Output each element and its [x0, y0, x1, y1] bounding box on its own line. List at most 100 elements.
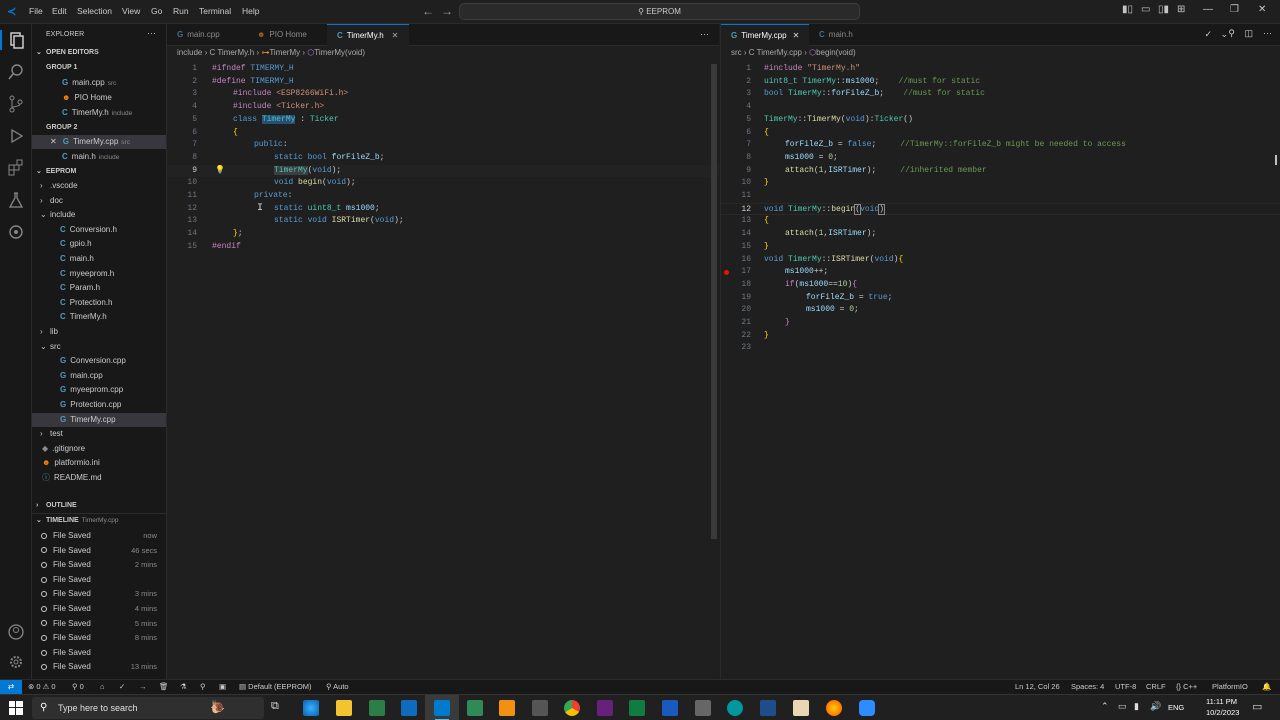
- menu-terminal[interactable]: Terminal: [199, 6, 231, 16]
- breadcrumb-method[interactable]: TimerMy(void): [314, 48, 365, 57]
- tab-main-cpp[interactable]: Gmain.cpp: [167, 24, 247, 46]
- lightbulb-icon[interactable]: 💡: [215, 165, 225, 178]
- file-conversion-cpp[interactable]: G Conversion.cpp: [32, 354, 166, 368]
- file-conversion-h[interactable]: C Conversion.h: [32, 223, 166, 237]
- pio-test-icon[interactable]: ⚗: [180, 682, 187, 691]
- back-arrow-icon[interactable]: ←: [422, 4, 434, 18]
- notifications-bell-icon[interactable]: 🔔: [1262, 682, 1271, 691]
- open-editors-header[interactable]: ⌄ OPEN EDITORS: [32, 46, 166, 60]
- timeline-item[interactable]: File Saved 4 mins: [32, 602, 166, 616]
- chrome-icon[interactable]: [564, 700, 580, 716]
- ports-indicator[interactable]: ⚲ 0: [72, 682, 84, 691]
- close-tab-icon[interactable]: ✕: [392, 31, 399, 40]
- folder-include[interactable]: ⌄ include: [32, 208, 166, 222]
- close-tab-icon[interactable]: ✕: [793, 31, 800, 40]
- menu-run[interactable]: Run: [173, 6, 189, 16]
- testing-flask-icon[interactable]: [6, 190, 26, 210]
- file-explorer-icon[interactable]: [336, 700, 352, 716]
- folder-vscode[interactable]: › .vscode: [32, 179, 166, 193]
- tab-pio-home[interactable]: ☻ PIO Home: [247, 24, 327, 46]
- open-editor-timermy-cpp[interactable]: ✕ G TimerMy.cpp src: [32, 135, 166, 149]
- platformio-icon[interactable]: [6, 222, 26, 242]
- breadcrumb-class[interactable]: TimerMy: [269, 48, 300, 57]
- pin-icon[interactable]: ⚲: [1228, 28, 1235, 39]
- volume-icon[interactable]: 🔊: [1150, 701, 1161, 712]
- windows-start-icon[interactable]: [9, 701, 23, 715]
- excel-icon[interactable]: [629, 700, 645, 716]
- explorer-icon[interactable]: [6, 30, 26, 50]
- file-timermy-cpp[interactable]: G TimerMy.cpp: [32, 412, 166, 427]
- input-language[interactable]: ENG: [1168, 703, 1184, 712]
- encoding[interactable]: UTF-8: [1115, 682, 1136, 691]
- source-control-icon[interactable]: [6, 94, 26, 114]
- close-window-icon[interactable]: ✕: [1258, 4, 1266, 15]
- environment-selector[interactable]: ▤ Default (EEPROM): [239, 682, 312, 691]
- edge-browser-icon[interactable]: [303, 700, 319, 716]
- breadcrumb-file[interactable]: C TimerMy.cpp: [749, 48, 802, 57]
- battery-icon[interactable]: ▮: [1134, 701, 1139, 712]
- stylus-app-icon[interactable]: [695, 700, 711, 716]
- timeline-item[interactable]: File Saved: [32, 573, 166, 587]
- zoom-icon[interactable]: [859, 700, 875, 716]
- manage-gear-icon[interactable]: [6, 652, 26, 672]
- menu-edit[interactable]: Edit: [52, 6, 67, 16]
- folder-test[interactable]: › test: [32, 427, 166, 441]
- timeline-item[interactable]: File Saved now: [32, 529, 166, 543]
- folder-src[interactable]: ⌄ src: [32, 340, 166, 354]
- pio-build-icon[interactable]: ✓: [119, 682, 125, 691]
- back-icon[interactable]: ⌄: [1220, 29, 1228, 40]
- breadcrumb-folder[interactable]: src: [731, 48, 742, 57]
- search-icon[interactable]: [6, 62, 26, 82]
- task-view-icon[interactable]: ⧉: [271, 700, 279, 713]
- arduino-icon[interactable]: [727, 700, 743, 716]
- menu-go[interactable]: Go: [151, 6, 162, 16]
- breadcrumb-folder[interactable]: include: [177, 48, 202, 57]
- joystick-app-icon[interactable]: [532, 700, 548, 716]
- breadcrumb-method[interactable]: begin(void): [816, 48, 856, 57]
- extensions-icon[interactable]: [6, 158, 26, 178]
- tab-timermy-h[interactable]: C TimerMy.h ✕: [327, 24, 409, 46]
- menu-help[interactable]: Help: [242, 6, 259, 16]
- tab-timermy-cpp[interactable]: G TimerMy.cpp ✕: [721, 24, 809, 46]
- word-icon[interactable]: [662, 700, 678, 716]
- command-center-search[interactable]: ⚲ EEPROM: [459, 3, 860, 20]
- timeline-header[interactable]: ⌄ TIMELINE TimerMy.cpp: [32, 514, 166, 528]
- folder-lib[interactable]: › lib: [32, 325, 166, 339]
- line-ending[interactable]: CRLF: [1146, 682, 1166, 691]
- scrollbar[interactable]: [711, 64, 717, 539]
- account-icon[interactable]: [6, 622, 26, 642]
- timeline-item[interactable]: File Saved 3 mins: [32, 587, 166, 601]
- toggle-panel-icon[interactable]: ▭: [1141, 4, 1150, 15]
- split-editor-icon[interactable]: ◫: [1244, 28, 1253, 39]
- toggle-secondary-sidebar-icon[interactable]: ▯▮: [1158, 4, 1169, 15]
- vscode-taskbar-active[interactable]: [425, 695, 459, 720]
- open-editor-main-cpp[interactable]: Gmain.cpp src: [32, 76, 166, 90]
- tab-main-h[interactable]: Cmain.h: [809, 24, 879, 46]
- forward-arrow-icon[interactable]: →: [441, 4, 453, 18]
- menu-file[interactable]: File: [29, 6, 43, 16]
- project-header[interactable]: ⌄ EEPROM: [32, 165, 166, 179]
- file-myeeprom-h[interactable]: Cmyeeprom.h: [32, 267, 166, 281]
- file-main-cpp[interactable]: Gmain.cpp: [32, 369, 166, 383]
- toggle-sidebar-icon[interactable]: ▮▯: [1122, 4, 1133, 15]
- auto-port[interactable]: ⚲ Auto: [326, 682, 349, 691]
- file-gpio-h[interactable]: Cgpio.h: [32, 237, 166, 251]
- file-platformio-ini[interactable]: ☻ platformio.ini: [32, 456, 166, 470]
- pio-serial-monitor-icon[interactable]: ⚲: [200, 682, 206, 691]
- file-protection-cpp[interactable]: G Protection.cpp: [32, 398, 166, 412]
- run-debug-icon[interactable]: [6, 126, 26, 146]
- close-icon[interactable]: ✕: [50, 137, 57, 146]
- visual-studio-icon[interactable]: [597, 700, 613, 716]
- file-readme-md[interactable]: ⓘ README.md: [32, 471, 166, 485]
- file--gitignore[interactable]: ◆ .gitignore: [32, 442, 166, 456]
- timeline-item[interactable]: File Saved 2 mins: [32, 558, 166, 572]
- open-editor-timermy-h[interactable]: C TimerMy.h include: [32, 106, 166, 120]
- minimize-icon[interactable]: —: [1203, 4, 1213, 15]
- restore-icon[interactable]: ❐: [1230, 4, 1239, 15]
- arrow-app-icon[interactable]: [760, 700, 776, 716]
- sublime-icon[interactable]: [499, 700, 515, 716]
- checkmark-icon[interactable]: ✓: [1204, 29, 1212, 40]
- timeline-item[interactable]: File Saved 13 mins: [32, 660, 166, 674]
- pio-upload-icon[interactable]: →: [139, 682, 147, 691]
- timeline-item[interactable]: File Saved 8 mins: [32, 631, 166, 645]
